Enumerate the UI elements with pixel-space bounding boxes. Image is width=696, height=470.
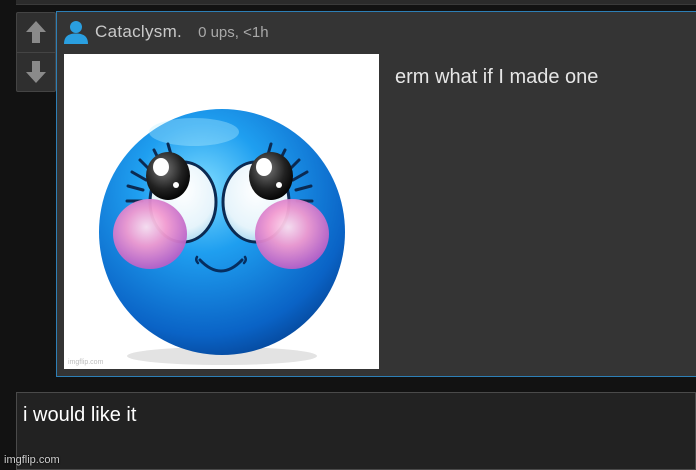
- image-watermark: imgflip.com: [68, 359, 104, 366]
- previous-comment-edge: [16, 0, 696, 5]
- reply-input[interactable]: i would like it: [16, 392, 696, 470]
- comment-image[interactable]: imgflip.com: [64, 54, 379, 369]
- arrow-down-icon: [26, 61, 46, 83]
- site-watermark: imgflip.com: [4, 454, 60, 466]
- blushing-emoji-image: [99, 109, 345, 365]
- comment-card: Cataclysm. 0 ups, <1h imgflip.com erm wh…: [56, 11, 696, 377]
- user-icon: [64, 21, 88, 44]
- arrow-up-icon: [26, 21, 46, 43]
- downvote-button[interactable]: [17, 53, 55, 91]
- comment-header: Cataclysm. 0 ups, <1h: [63, 20, 269, 44]
- vote-controls: [16, 12, 56, 92]
- comment-text: erm what if I made one: [395, 66, 599, 88]
- comment-username[interactable]: Cataclysm.: [95, 22, 182, 42]
- comment-meta: 0 ups, <1h: [198, 23, 269, 41]
- upvote-button[interactable]: [17, 13, 55, 51]
